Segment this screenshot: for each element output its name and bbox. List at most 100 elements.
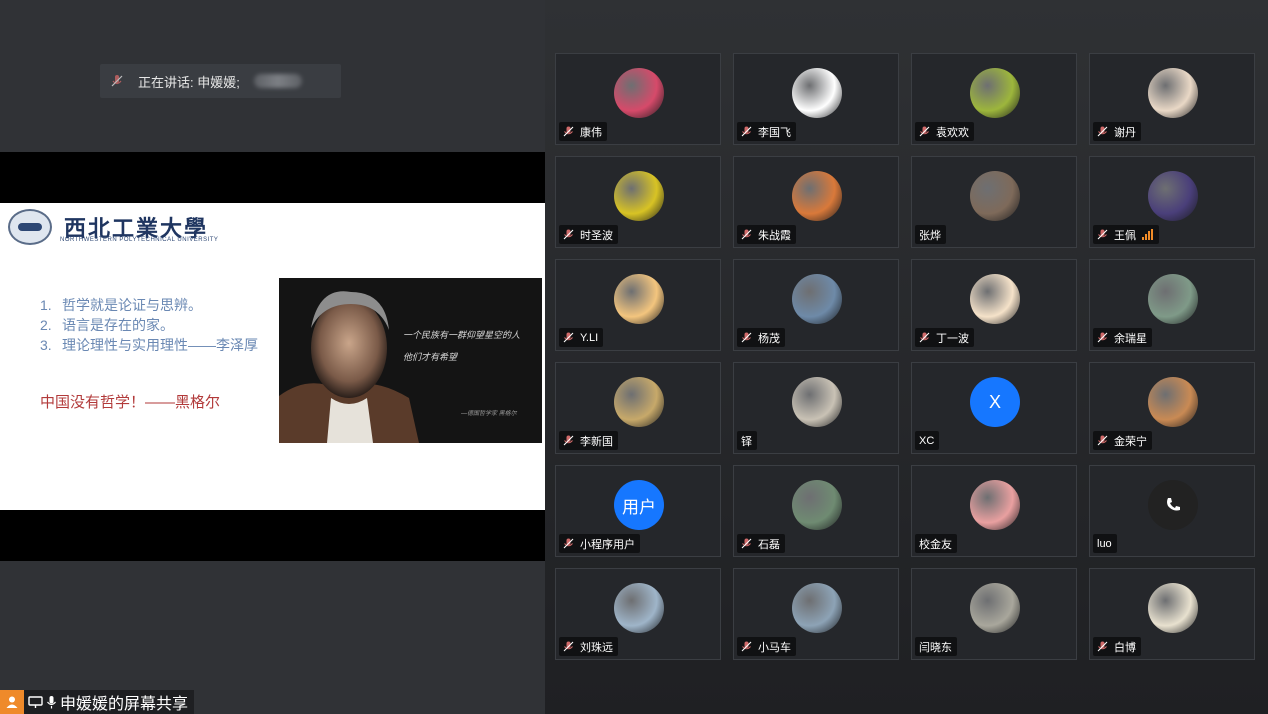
portrait-text-2: 他们才有希望 xyxy=(403,352,458,362)
mic-icon xyxy=(47,696,56,709)
participant-name-label: 朱战霞 xyxy=(737,225,796,244)
participant-name: 闫晓东 xyxy=(919,641,952,654)
participant-name-label: 丁一波 xyxy=(915,328,974,347)
screen-share-label[interactable]: 申媛媛的屏幕共享 xyxy=(0,690,195,714)
participant-name: 李新国 xyxy=(580,435,613,448)
mic-muted-icon xyxy=(563,332,574,343)
participant-tile[interactable]: 铎 xyxy=(733,362,899,454)
participant-tile[interactable]: 朱战霞 xyxy=(733,156,899,248)
office-photo-avatar xyxy=(792,377,842,427)
sunset-photo-avatar xyxy=(792,171,842,221)
mic-muted-icon xyxy=(741,229,752,240)
participant-tile[interactable]: X XC xyxy=(911,362,1077,454)
user-icon xyxy=(0,690,24,714)
participant-tile[interactable]: 张烨 xyxy=(911,156,1077,248)
beach-photo-avatar xyxy=(614,377,664,427)
flower-photo-avatar xyxy=(970,68,1020,118)
slide-points: 1. 哲学就是论证与思辨。 2. 语言是存在的家。 3. 理论理性与实用理性——李泽厚 xyxy=(40,295,258,355)
portrait-text-1: 一个民族有一群仰望星空的人 xyxy=(403,330,521,340)
participant-tile[interactable]: 康伟 xyxy=(555,53,721,145)
participant-name: luo xyxy=(1097,537,1112,550)
participant-grid: 康伟 李国飞 袁欢欢 谢丹时圣波 朱战霞 张烨 王佩 Y.LI 杨茂 丁一波 余瑞星李新国 铎 X XC 金… xyxy=(545,0,1268,714)
avatar-letter: X xyxy=(988,391,1001,412)
portrait-signature: —德国哲学家 黑格尔 xyxy=(461,411,517,417)
participant-name-label: 铎 xyxy=(737,431,757,450)
participant-tile[interactable]: 谢丹 xyxy=(1089,53,1255,145)
mic-muted-icon xyxy=(1097,229,1108,240)
participant-name: 铎 xyxy=(741,435,752,448)
participant-name: Y.LI xyxy=(580,331,599,344)
participant-tile[interactable]: luo xyxy=(1089,465,1255,557)
participant-tile[interactable]: 时圣波 xyxy=(555,156,721,248)
participant-tile[interactable]: 用户小程序用户 xyxy=(555,465,721,557)
portrait-photo-avatar xyxy=(1148,68,1198,118)
participant-tile[interactable]: 王佩 xyxy=(1089,156,1255,248)
mic-muted-icon xyxy=(919,332,930,343)
participant-tile[interactable]: 李新国 xyxy=(555,362,721,454)
park-photo-avatar xyxy=(1148,274,1198,324)
participant-tile[interactable]: Y.LI xyxy=(555,259,721,351)
hegel-portrait: 一个民族有一群仰望星空的人 他们才有希望 —德国哲学家 黑格尔 xyxy=(279,278,542,443)
man-photo-avatar xyxy=(792,274,842,324)
figurine-photo-avatar xyxy=(970,171,1020,221)
lake-photo-avatar xyxy=(792,583,842,633)
participant-name: 校金友 xyxy=(919,538,952,551)
mic-muted-icon xyxy=(111,75,123,87)
participant-name-label: 余瑞星 xyxy=(1093,328,1152,347)
harbor-photo-avatar xyxy=(614,583,664,633)
participant-tile[interactable]: 校金友 xyxy=(911,465,1077,557)
slide-quote: 中国没有哲学！——黑格尔 xyxy=(40,394,221,411)
signal-strength-icon xyxy=(1142,229,1154,240)
cartoon-kids-avatar xyxy=(970,480,1020,530)
participant-name-label: Y.LI xyxy=(559,328,604,347)
participant-name-label: 白博 xyxy=(1093,637,1141,656)
participant-tile[interactable]: 杨茂 xyxy=(733,259,899,351)
participant-name: XC xyxy=(919,434,935,447)
participant-name: 丁一波 xyxy=(936,332,969,345)
participant-name: 杨茂 xyxy=(758,332,780,345)
phone-icon xyxy=(1167,498,1180,511)
mic-muted-icon xyxy=(563,641,574,652)
participant-name: 袁欢欢 xyxy=(936,126,969,139)
participant-tile[interactable]: 李国飞 xyxy=(733,53,899,145)
participant-name-label: 小程序用户 xyxy=(559,534,640,553)
participant-name: 张烨 xyxy=(919,229,941,242)
mic-muted-icon xyxy=(563,435,574,446)
participant-name-label: 刘珠远 xyxy=(559,637,618,656)
participant-name: 刘珠远 xyxy=(580,641,613,654)
participant-name-label: 校金友 xyxy=(915,534,957,553)
participant-tile[interactable]: 丁一波 xyxy=(911,259,1077,351)
participant-name-label: 谢丹 xyxy=(1093,122,1141,141)
participant-tile[interactable]: 石磊 xyxy=(733,465,899,557)
participant-tile[interactable]: 余瑞星 xyxy=(1089,259,1255,351)
slide-point: 1. 哲学就是论证与思辨。 xyxy=(40,297,202,313)
participant-name-label: 李新国 xyxy=(559,431,618,450)
football-photo-avatar xyxy=(614,171,664,221)
participant-name: 余瑞星 xyxy=(1114,332,1147,345)
share-label-text: 申媛媛的屏幕共享 xyxy=(60,696,189,713)
participant-name: 王佩 xyxy=(1114,229,1136,242)
participant-tile[interactable]: 刘珠远 xyxy=(555,568,721,660)
participant-tile[interactable]: 闫晓东 xyxy=(911,568,1077,660)
participant-name-label: 闫晓东 xyxy=(915,637,957,656)
cartoon-girl-avatar xyxy=(614,274,664,324)
participant-name: 康伟 xyxy=(580,126,602,139)
participant-tile[interactable]: 袁欢欢 xyxy=(911,53,1077,145)
participant-name-label: XC xyxy=(915,431,940,450)
crowd-photo-avatar xyxy=(1148,171,1198,221)
blurred-name xyxy=(253,74,302,88)
cartoon-girl-2-avatar xyxy=(970,274,1020,324)
participant-name: 白博 xyxy=(1114,641,1136,654)
participant-name-label: 金荣宁 xyxy=(1093,431,1152,450)
participant-tile[interactable]: 金荣宁 xyxy=(1089,362,1255,454)
avatar-letter: 用户 xyxy=(622,497,656,517)
participant-name-label: 袁欢欢 xyxy=(915,122,974,141)
speaking-indicator: 正在讲话: 申媛媛; xyxy=(100,64,341,98)
participant-name-label: 张烨 xyxy=(915,225,946,244)
letterbox-top xyxy=(0,152,545,203)
mic-muted-icon xyxy=(563,229,574,240)
participant-tile[interactable]: 白博 xyxy=(1089,568,1255,660)
participant-tile[interactable]: 小马车 xyxy=(733,568,899,660)
mic-muted-icon xyxy=(1097,641,1108,652)
participant-name: 谢丹 xyxy=(1114,126,1136,139)
